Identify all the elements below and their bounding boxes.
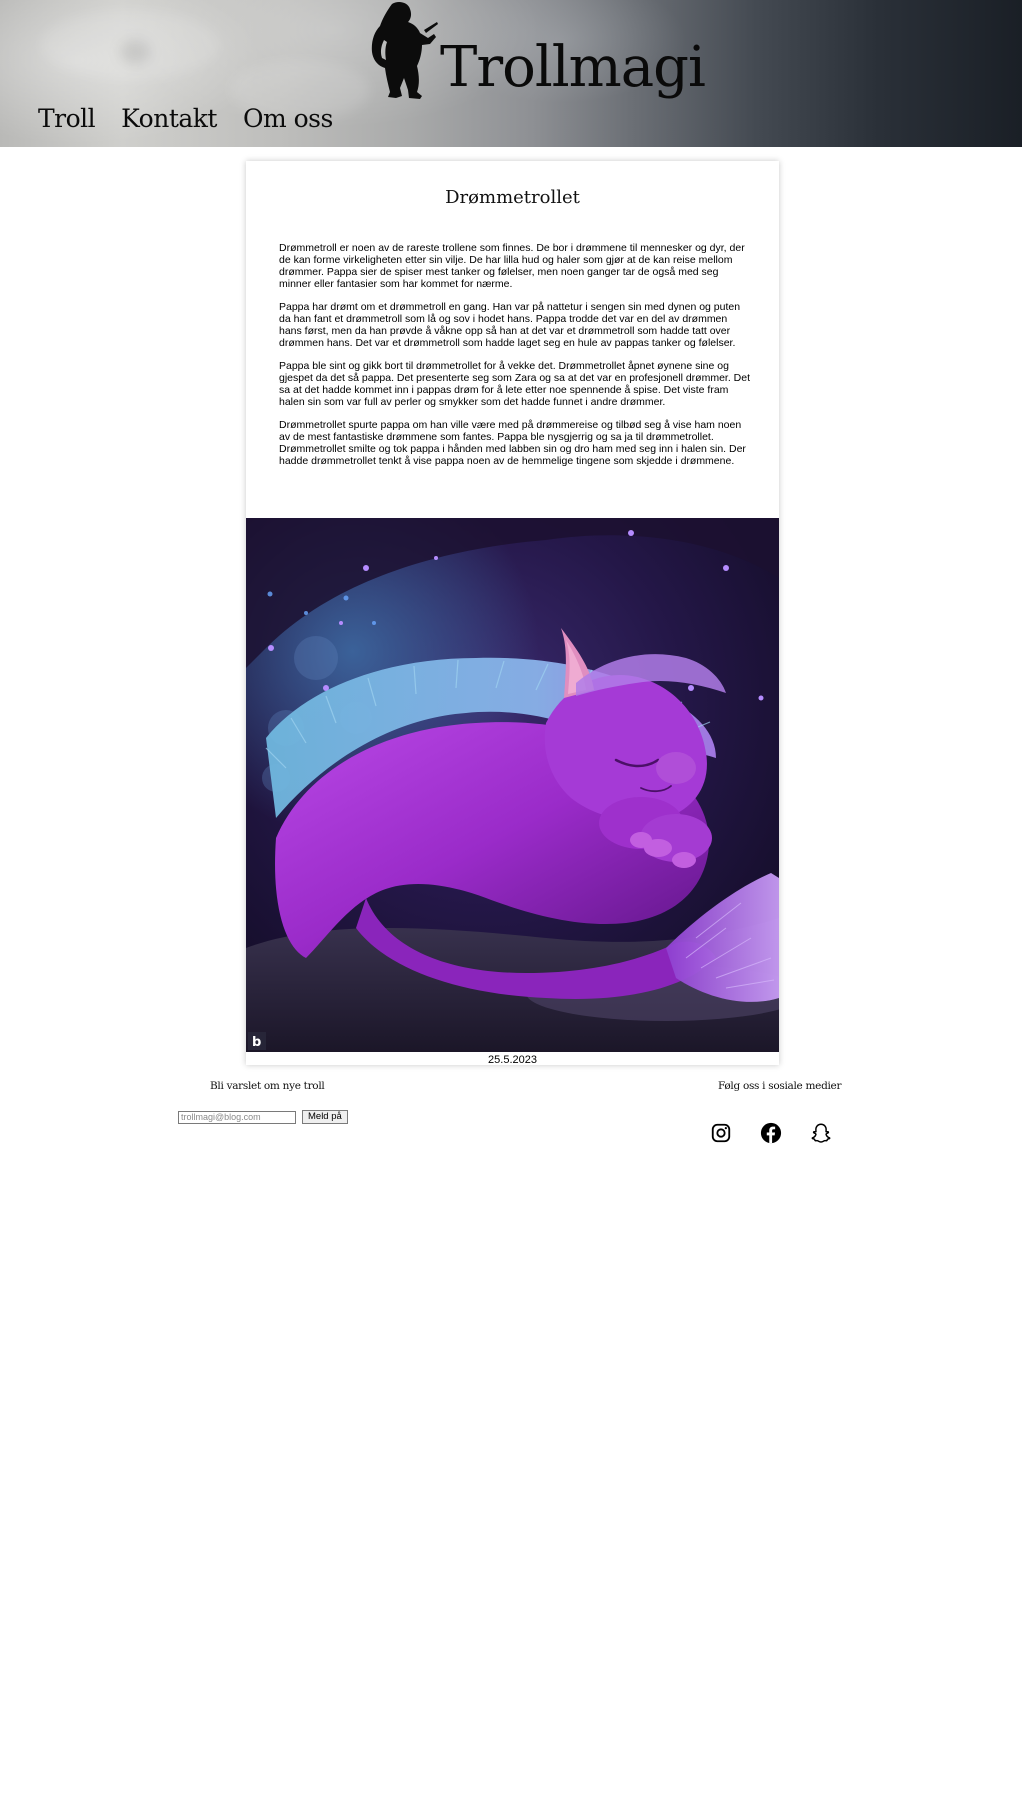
email-input[interactable] (178, 1110, 296, 1124)
site-logo[interactable]: Trollmagi (362, 0, 706, 112)
svg-text:b: b (252, 1035, 261, 1050)
site-header: Troll Kontakt Om oss Trollmagi (0, 0, 1022, 147)
article-card: Drømmetrollet Drømmetroll er noen av de … (246, 161, 779, 1066)
main-nav: Troll Kontakt Om oss (38, 106, 333, 131)
social-title: Følg oss i sosiale medier (718, 1080, 842, 1092)
subscribe-title: Bli varslet om nye troll (210, 1080, 325, 1092)
sleeping-dream-troll-image: b (246, 518, 779, 1052)
nav-item-om-oss[interactable]: Om oss (243, 106, 333, 131)
article-paragraph: Drømmetrollet spurte pappa om han ville … (279, 419, 746, 467)
logo-text: Trollmagi (440, 35, 706, 100)
troll-silhouette-icon (371, 1, 438, 100)
nav-item-troll[interactable]: Troll (38, 106, 96, 131)
article-date: 25.5.2023 (488, 1054, 537, 1066)
article-body: Drømmetroll er noen av de rareste trolle… (279, 242, 751, 478)
nav-item-kontakt[interactable]: Kontakt (121, 106, 217, 131)
subscribe-form: Meld på (178, 1110, 348, 1124)
article-paragraph: Pappa har drømt om et drømmetroll en gan… (279, 301, 741, 349)
facebook-icon[interactable] (760, 1122, 782, 1144)
article-paragraph: Pappa ble sint og gikk bort til drømmetr… (279, 360, 751, 408)
article-title: Drømmetrollet (445, 187, 580, 208)
article-paragraph: Drømmetroll er noen av de rareste trolle… (279, 242, 745, 290)
instagram-icon[interactable] (710, 1122, 732, 1144)
subscribe-button[interactable]: Meld på (302, 1110, 348, 1124)
header-mist (120, 40, 150, 64)
snapchat-icon[interactable] (810, 1122, 832, 1144)
